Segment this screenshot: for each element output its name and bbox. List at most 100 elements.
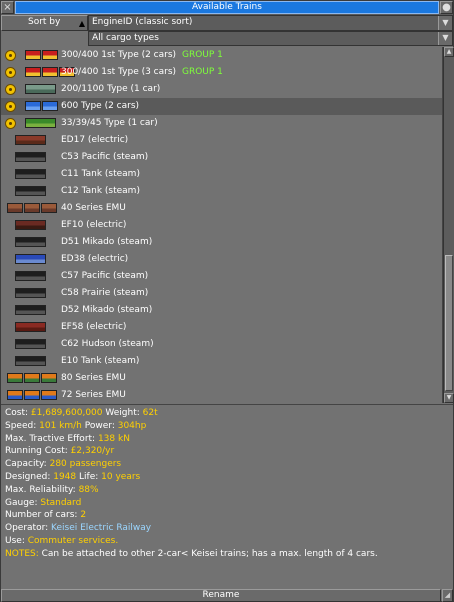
sticky-button[interactable]: ● — [440, 1, 453, 14]
train-car-icon — [25, 50, 41, 60]
train-list-item[interactable]: ED38 (electric) — [1, 251, 442, 268]
cargo-filter-dropdown[interactable]: All cargo types ▼ — [88, 31, 453, 46]
train-list-item[interactable]: C53 Pacific (steam) — [1, 149, 442, 166]
train-list-item[interactable]: EF10 (electric) — [1, 217, 442, 234]
list-scrollbar[interactable]: ▲ ▼ — [443, 47, 454, 403]
train-car-icon — [15, 288, 46, 298]
train-list-item[interactable]: 300/400 1st Type (3 cars) GROUP 1 — [1, 64, 442, 81]
cost-label: Cost: — [5, 408, 29, 418]
train-car-icon — [24, 373, 40, 383]
use-label: Use: — [5, 535, 25, 546]
train-list-item[interactable]: C11 Tank (steam) — [1, 166, 442, 183]
gauge-label: Gauge: — [5, 497, 38, 508]
train-name: C62 Hudson (steam) — [61, 339, 154, 349]
train-list[interactable]: 300/400 1st Type (2 cars) GROUP 1 300/400 … — [1, 47, 443, 403]
power-label: Power: — [84, 420, 115, 431]
train-car-icon — [41, 390, 57, 400]
train-list-item[interactable]: EF58 (electric) — [1, 319, 442, 336]
scroll-thumb[interactable] — [445, 255, 453, 391]
operator-line: Operator: Keisei Electric Railway — [5, 522, 449, 535]
operator-label: Operator: — [5, 523, 49, 534]
cars-value: 2 — [80, 510, 87, 521]
train-car-icon — [41, 373, 57, 383]
train-name: E10 Tank (steam) — [61, 356, 140, 366]
train-list-item[interactable]: 33/39/45 Type (1 car) — [1, 115, 442, 132]
train-list-item[interactable]: C58 Prairie (steam) — [1, 285, 442, 302]
available-trains-window: × Available Trains ● Sort by ▲ EngineID … — [0, 0, 454, 602]
resize-handle-icon[interactable]: ◢ — [442, 589, 453, 602]
group-badge-icon — [5, 118, 16, 129]
close-button[interactable]: × — [1, 1, 14, 14]
rename-button[interactable]: Rename — [1, 589, 441, 602]
notes-text: Can be attached to other 2-car< Keisei t… — [41, 548, 378, 559]
sort-criteria-dropdown[interactable]: EngineID (classic sort) ▼ — [88, 15, 453, 31]
cost-line: Cost: £1,689,600,000 Weight: 62t — [5, 407, 449, 420]
train-list-item[interactable]: D51 Mikado (steam) — [1, 234, 442, 251]
scroll-down-icon[interactable]: ▼ — [444, 393, 454, 403]
chevron-down-icon[interactable]: ▼ — [438, 32, 452, 45]
train-name: 40 Series EMU — [61, 203, 126, 213]
capacity-value: 280 passengers — [49, 459, 122, 470]
train-car-icon — [25, 101, 41, 111]
sort-order-button[interactable]: Sort by ▲ — [1, 15, 88, 31]
capacity-line: Capacity: 280 passengers — [5, 458, 449, 471]
chevron-down-icon[interactable]: ▼ — [438, 16, 452, 30]
window-title[interactable]: Available Trains — [15, 1, 439, 14]
title-bar[interactable]: × Available Trains ● — [1, 1, 453, 15]
sort-criteria-value: EngineID (classic sort) — [92, 17, 193, 27]
speed-line: Speed: 101 km/h Power: 304hp — [5, 420, 449, 433]
train-list-item[interactable]: 40 Series EMU — [1, 200, 442, 217]
notes-line: NOTES: Can be attached to other 2-car< K… — [5, 548, 449, 561]
train-car-icon — [42, 50, 58, 60]
life-label: Life: — [79, 471, 99, 482]
train-car-icon — [15, 186, 46, 196]
designed-line: Designed: 1948 Life: 10 years — [5, 471, 449, 484]
running-cost-value: £2,320/yr — [70, 446, 115, 457]
train-list-item[interactable]: 80 Series EMU — [1, 370, 442, 387]
scroll-up-icon[interactable]: ▲ — [444, 47, 454, 57]
train-list-item[interactable]: 200/1100 Type (1 car) — [1, 81, 442, 98]
train-name: 72 Series EMU — [61, 390, 126, 400]
train-car-icon — [15, 271, 46, 281]
train-name: C53 Pacific (steam) — [61, 152, 149, 162]
train-list-item[interactable]: C57 Pacific (steam) — [1, 268, 442, 285]
train-car-icon — [25, 118, 56, 128]
train-car-icon — [24, 390, 40, 400]
train-car-icon — [15, 322, 46, 332]
running-cost-label: Running Cost: — [5, 446, 68, 457]
train-list-item[interactable]: ED17 (electric) — [1, 132, 442, 149]
train-list-item[interactable]: 600 Type (2 cars) — [1, 98, 442, 115]
speed-label: Speed: — [5, 420, 37, 431]
train-list-item[interactable]: D52 Mikado (steam) — [1, 302, 442, 319]
train-name: 200/1100 Type (1 car) — [61, 84, 161, 94]
train-car-icon — [42, 101, 58, 111]
cars-line: Number of cars: 2 — [5, 509, 449, 522]
running-cost-line: Running Cost: £2,320/yr — [5, 445, 449, 458]
train-car-icon — [7, 203, 23, 213]
train-name: C11 Tank (steam) — [61, 169, 140, 179]
train-car-icon — [15, 305, 46, 315]
cars-label: Number of cars: — [5, 510, 78, 521]
train-car-icon — [41, 203, 57, 213]
gauge-value: Standard — [40, 497, 82, 508]
train-car-icon — [15, 339, 46, 349]
train-list-item[interactable]: C62 Hudson (steam) — [1, 336, 442, 353]
train-name: 600 Type (2 cars) — [61, 101, 140, 111]
train-name: C12 Tank (steam) — [61, 186, 140, 196]
sort-ascending-icon: ▲ — [78, 19, 85, 28]
life-value: 10 years — [101, 471, 141, 482]
train-car-icon — [25, 84, 56, 94]
train-name: D51 Mikado (steam) — [61, 237, 153, 247]
train-name: ED17 (electric) — [61, 135, 129, 145]
train-list-item[interactable]: E10 Tank (steam) — [1, 353, 442, 370]
reliability-label: Max. Reliability: — [5, 484, 76, 495]
cargo-filter-value: All cargo types — [92, 33, 159, 43]
train-list-item[interactable]: 300/400 1st Type (2 cars) GROUP 1 — [1, 47, 442, 64]
capacity-label: Capacity: — [5, 459, 47, 470]
tractive-effort-line: Max. Tractive Effort: 138 kN — [5, 433, 449, 446]
train-list-item[interactable]: C12 Tank (steam) — [1, 183, 442, 200]
train-car-icon — [25, 67, 41, 77]
train-list-item[interactable]: 72 Series EMU — [1, 387, 442, 403]
gauge-line: Gauge: Standard — [5, 497, 449, 510]
train-group-label: GROUP 1 — [182, 67, 223, 77]
